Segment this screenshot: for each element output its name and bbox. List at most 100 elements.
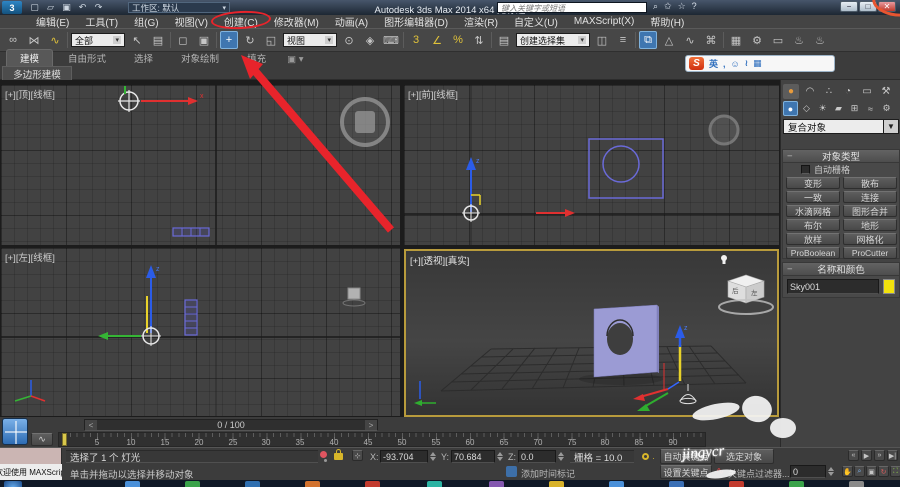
spacewarps-category-icon[interactable]: ≈	[863, 101, 878, 116]
y-spinner[interactable]	[496, 450, 504, 463]
reference-coordinate-dropdown[interactable]: 视图▾	[283, 33, 337, 47]
select-by-name-icon[interactable]: ▤	[149, 31, 167, 49]
ribbon-tab-modeling[interactable]: 建模	[6, 49, 53, 66]
menu-maxscript[interactable]: MAXScript(X)	[566, 16, 643, 27]
taskbar-app-icon[interactable]	[729, 481, 744, 487]
bind-to-space-warp-icon[interactable]: ∿	[46, 31, 64, 49]
time-slider-handle[interactable]	[62, 433, 67, 446]
z-coordinate-field[interactable]	[518, 450, 556, 463]
taskbar-app-icon[interactable]	[549, 481, 564, 487]
start-button[interactable]	[4, 481, 22, 487]
helper-object[interactable]	[343, 288, 365, 306]
viewport-left-label[interactable]: [+][左][线框]	[5, 250, 55, 264]
add-time-tag-label[interactable]: 添加时间标记	[521, 467, 575, 480]
move-gizmo[interactable]: z	[466, 157, 575, 217]
viewport-layout-tabs[interactable]	[2, 418, 28, 445]
ime-language-toggle[interactable]: 英	[709, 57, 718, 70]
button-scatter[interactable]: 散布	[843, 177, 897, 189]
name-color-rollout-title[interactable]: − 名称和颜色	[783, 263, 899, 276]
select-and-link-icon[interactable]: ∞	[4, 31, 22, 49]
key-filters-label[interactable]: 关键点过滤器...	[728, 467, 790, 480]
previous-frame-button[interactable]: <	[85, 420, 97, 430]
go-to-start-icon[interactable]: «	[848, 450, 859, 461]
search-input[interactable]	[498, 4, 646, 13]
open-file-icon[interactable]: ▱	[44, 1, 57, 13]
ribbon-panel-polygon-modeling[interactable]: 多边形建模	[2, 66, 72, 80]
zoom-icon[interactable]: ⌕	[854, 466, 865, 477]
viewport-top-label[interactable]: [+][顶][线框]	[5, 87, 55, 101]
button-connect[interactable]: 连接	[843, 191, 897, 203]
menu-rendering[interactable]: 渲染(R)	[456, 14, 506, 29]
orbit-icon[interactable]: ↻	[878, 466, 889, 477]
ime-punctuation-icon[interactable]: ,	[723, 59, 726, 69]
next-frame-button[interactable]: >	[365, 420, 377, 430]
button-loft[interactable]: 放样	[786, 233, 840, 245]
go-to-end-icon[interactable]: ▶|	[887, 450, 898, 461]
button-procutter[interactable]: ProCutter	[843, 247, 897, 259]
app-menu-button[interactable]: 3	[2, 1, 22, 14]
absolute-mode-toggle[interactable]: ⊹	[352, 450, 363, 461]
set-key-button[interactable]: 设置关键点	[660, 465, 712, 479]
use-pivot-center-icon[interactable]: ⊙	[340, 31, 358, 49]
exchange-icon[interactable]: ✩	[664, 1, 672, 12]
viewport-front[interactable]: [+][前][线框] z	[403, 84, 780, 246]
new-file-icon[interactable]: ▢	[28, 1, 41, 13]
named-selection-dropdown[interactable]: 创建选择集▾	[516, 33, 590, 47]
utilities-tab-icon[interactable]: ⚒	[878, 84, 894, 99]
y-coordinate-field[interactable]	[451, 450, 495, 463]
favorites-icon[interactable]: ☆	[678, 1, 686, 12]
schematic-view-icon[interactable]: ⌘	[702, 31, 720, 49]
ribbon-tab-object-paint[interactable]: 对象绘制	[168, 50, 232, 66]
unlink-selection-icon[interactable]: ⋈	[25, 31, 43, 49]
helpers-category-icon[interactable]: ⊞	[847, 101, 862, 116]
button-boolean[interactable]: 布尔	[786, 219, 840, 231]
graphite-ribbon-icon[interactable]: △	[660, 31, 678, 49]
z-spinner[interactable]	[557, 450, 565, 463]
search-icon[interactable]: ⌕	[653, 1, 658, 12]
light-gizmo[interactable]: x	[118, 86, 204, 112]
autogrid-checkbox[interactable]	[801, 165, 810, 174]
x-spinner[interactable]	[429, 450, 437, 463]
button-terrain[interactable]: 地形	[843, 219, 897, 231]
taskbar-app-icon[interactable]	[305, 481, 320, 487]
redo-icon[interactable]: ↷	[92, 1, 105, 13]
menu-modifiers[interactable]: 修改器(M)	[266, 14, 327, 29]
align-icon[interactable]: ≡	[614, 31, 632, 49]
geometry-category-dropdown[interactable]: 复合对象 ▼	[783, 119, 899, 134]
wall-object-left-view[interactable]	[185, 300, 197, 335]
taskbar-app-icon[interactable]	[125, 481, 140, 487]
ribbon-tab-populate[interactable]: 填充	[234, 50, 279, 66]
button-proboolean[interactable]: ProBoolean	[786, 247, 840, 259]
close-button[interactable]: ✕	[878, 1, 896, 12]
motion-tab-icon[interactable]: ◔	[840, 84, 856, 99]
rendered-frame-window-icon[interactable]: ▭	[769, 31, 787, 49]
taskbar-app-icon[interactable]	[789, 481, 804, 487]
percent-snap-icon[interactable]: %	[449, 31, 467, 49]
taskbar-app-icon[interactable]	[669, 481, 684, 487]
menu-edit[interactable]: 编辑(E)	[28, 14, 77, 29]
window-crossing-icon[interactable]: ▣	[195, 31, 213, 49]
button-conform[interactable]: 一致	[786, 191, 840, 203]
taskbar-app-icon[interactable]	[609, 481, 624, 487]
viewport-perspective-label[interactable]: [+][透视][真实]	[410, 253, 469, 267]
render-production-icon[interactable]: ♨	[790, 31, 808, 49]
viewcube[interactable]: 后 左	[719, 275, 773, 314]
maxscript-mini-listener[interactable]	[0, 448, 62, 465]
menu-group[interactable]: 组(G)	[126, 14, 166, 29]
snaps-toggle-icon[interactable]: 3	[407, 31, 425, 49]
button-mesher[interactable]: 网格化	[843, 233, 897, 245]
select-and-rotate-icon[interactable]: ↻	[241, 31, 259, 49]
selection-lock-icon[interactable]	[334, 453, 343, 460]
menu-tools[interactable]: 工具(T)	[77, 14, 126, 29]
button-blobmesh[interactable]: 水滴网格	[786, 205, 840, 217]
ribbon-tab-selection[interactable]: 选择	[121, 50, 166, 66]
taskbar-app-icon[interactable]	[489, 481, 504, 487]
wall-object-top-view[interactable]	[173, 228, 209, 236]
maximize-viewport-icon[interactable]: ⛶	[890, 466, 900, 477]
workspace-dropdown[interactable]: 工作区: 默认▾	[128, 2, 230, 13]
ime-emoji-icon[interactable]: ☺	[731, 59, 740, 69]
sogou-logo-icon[interactable]: S	[689, 57, 704, 70]
menu-views[interactable]: 视图(V)	[167, 14, 216, 29]
ribbon-tab-freeform[interactable]: 自由形式	[55, 50, 119, 66]
menu-help[interactable]: 帮助(H)	[642, 14, 692, 29]
